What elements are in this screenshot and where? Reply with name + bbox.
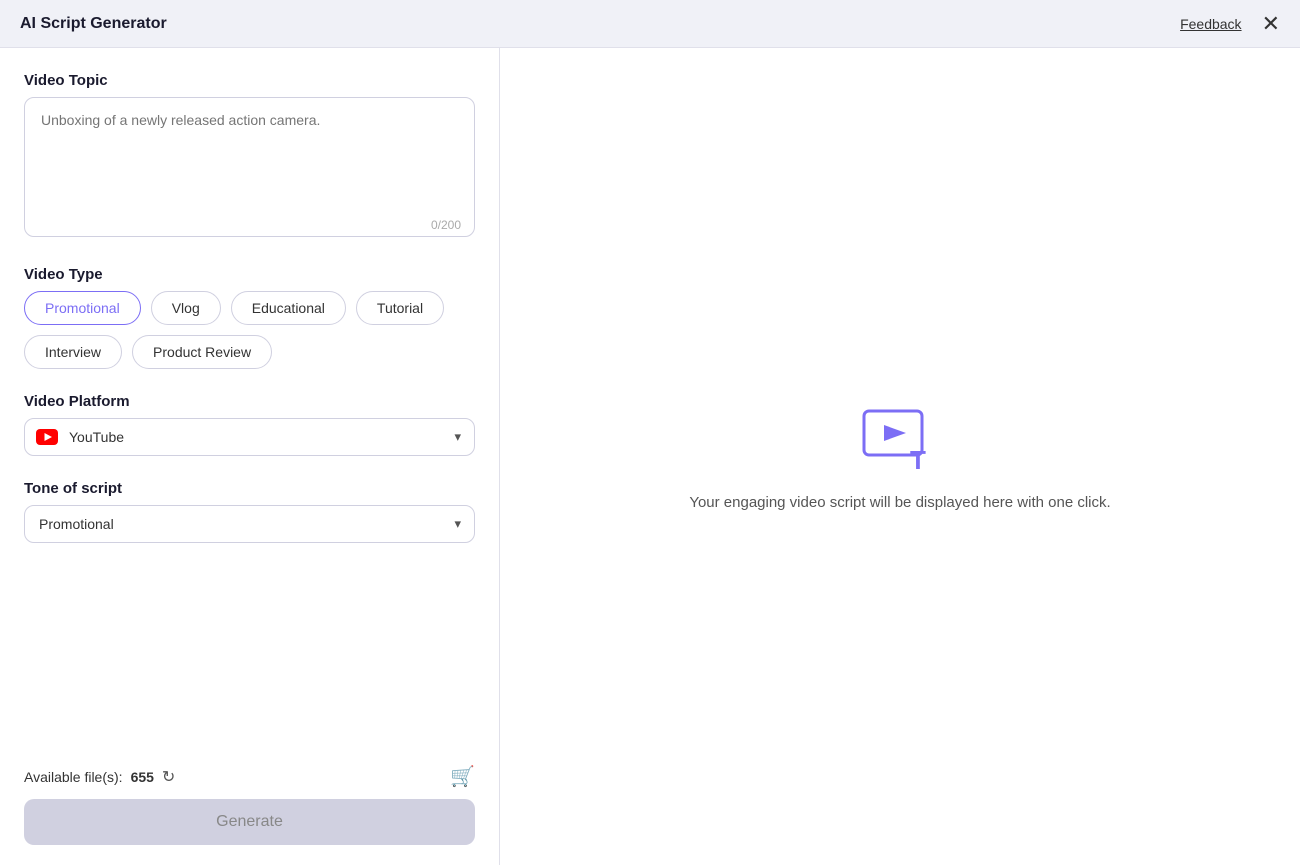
cart-icon[interactable]: 🛒 [450, 764, 475, 789]
tone-select[interactable]: PromotionalCasualFormalHumorousInspirati… [24, 505, 475, 543]
chip-vlog[interactable]: Vlog [151, 291, 221, 325]
files-row: Available file(s): 655 ↻ 🛒 [24, 764, 475, 789]
svg-text:T: T [910, 445, 926, 473]
video-type-chips: Promotional Vlog Educational Tutorial Interv… [24, 291, 475, 369]
video-platform-section: Video Platform YouTubeTikTokInstagramFac… [24, 393, 475, 456]
tone-label: Tone of script [24, 480, 475, 497]
refresh-icon[interactable]: ↻ [162, 767, 175, 787]
script-placeholder-text: Your engaging video script will be displ… [689, 494, 1110, 511]
bottom-area: Available file(s): 655 ↻ 🛒 Generate [24, 764, 475, 845]
topbar: AI Script Generator Feedback ✕ [0, 0, 1300, 48]
feedback-link[interactable]: Feedback [1180, 16, 1241, 32]
video-topic-label: Video Topic [24, 72, 475, 89]
chip-product-review[interactable]: Product Review [132, 335, 272, 369]
available-files-count: 655 [131, 769, 154, 785]
chip-promotional[interactable]: Promotional [24, 291, 141, 325]
tone-section: Tone of script PromotionalCasualFormalHu… [24, 480, 475, 543]
chip-educational[interactable]: Educational [231, 291, 346, 325]
topic-textarea-wrapper: 0/200 [24, 97, 475, 242]
char-count: 0/200 [431, 218, 461, 232]
available-files-label: Available file(s): [24, 769, 123, 785]
platform-select[interactable]: YouTubeTikTokInstagramFacebook [24, 418, 475, 456]
main-layout: Video Topic 0/200 Video Type Promotional… [0, 48, 1300, 865]
chip-interview[interactable]: Interview [24, 335, 122, 369]
chip-tutorial[interactable]: Tutorial [356, 291, 444, 325]
generate-button[interactable]: Generate [24, 799, 475, 845]
video-type-label: Video Type [24, 266, 475, 283]
close-button[interactable]: ✕ [1262, 13, 1280, 35]
video-type-section: Video Type Promotional Vlog Educational Tut… [24, 266, 475, 369]
right-panel: T Your engaging video script will be dis… [500, 48, 1300, 865]
tone-dropdown-wrapper: PromotionalCasualFormalHumorousInspirati… [24, 505, 475, 543]
app-title: AI Script Generator [20, 15, 167, 33]
platform-dropdown-wrapper: YouTubeTikTokInstagramFacebook ▾ [24, 418, 475, 456]
topic-textarea[interactable] [24, 97, 475, 237]
video-platform-label: Video Platform [24, 393, 475, 410]
script-placeholder-icon: T [860, 403, 940, 478]
topbar-right: Feedback ✕ [1180, 13, 1280, 35]
left-panel: Video Topic 0/200 Video Type Promotional… [0, 48, 500, 865]
available-files: Available file(s): 655 ↻ [24, 767, 175, 787]
video-topic-section: Video Topic 0/200 [24, 72, 475, 242]
